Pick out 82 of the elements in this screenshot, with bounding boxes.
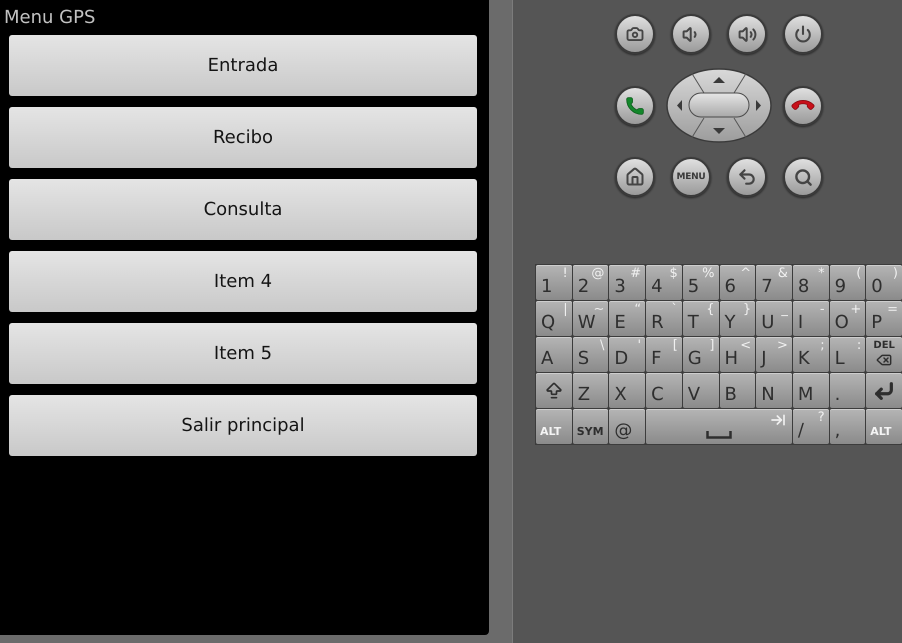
keyboard-key[interactable]: F [ bbox=[646, 337, 682, 372]
delete-key[interactable]: DEL bbox=[866, 337, 902, 372]
keyboard-key[interactable]: 9 ( bbox=[830, 265, 866, 300]
alt-key[interactable]: ALT bbox=[536, 409, 572, 444]
keyboard-key[interactable]: D ' bbox=[609, 337, 646, 372]
keyboard-key[interactable]: Z bbox=[572, 373, 608, 408]
home-button[interactable] bbox=[615, 157, 655, 197]
option-button[interactable]: Entrada bbox=[9, 35, 477, 96]
tab-arrow-icon bbox=[770, 412, 786, 428]
backspace-icon bbox=[876, 352, 892, 368]
option-button[interactable]: Consulta bbox=[9, 179, 477, 240]
keyboard-key[interactable]: , bbox=[830, 409, 866, 444]
keyboard-key[interactable]: R ` bbox=[646, 301, 682, 336]
keyboard-key[interactable]: C bbox=[646, 373, 682, 408]
camera-icon bbox=[626, 25, 644, 43]
camera-button[interactable] bbox=[615, 14, 655, 54]
home-icon bbox=[625, 167, 645, 187]
phone-handset-icon bbox=[625, 96, 645, 116]
keyboard-key[interactable]: O + bbox=[830, 301, 866, 336]
keyboard-key[interactable]: T { bbox=[682, 301, 718, 336]
right-arrow-icon bbox=[756, 100, 761, 111]
option-button[interactable]: Salir principal bbox=[9, 395, 477, 456]
keyboard-key[interactable]: Y } bbox=[720, 301, 756, 336]
keyboard-key[interactable]: S \ bbox=[572, 337, 608, 372]
keyboard-key[interactable]: W ~ bbox=[572, 301, 608, 336]
call-button[interactable] bbox=[615, 86, 655, 126]
keyboard-key[interactable]: I - bbox=[792, 301, 829, 336]
keyboard-key[interactable]: M bbox=[792, 373, 829, 408]
keyboard-key[interactable]: N bbox=[756, 373, 792, 408]
option-button[interactable]: Recibo bbox=[9, 107, 477, 168]
app-title: Menu GPS bbox=[4, 6, 96, 30]
keyboard-key[interactable]: J > bbox=[756, 337, 792, 372]
keyboard-key[interactable]: X bbox=[609, 373, 646, 408]
power-button[interactable] bbox=[783, 14, 823, 54]
power-icon bbox=[794, 25, 812, 43]
speaker-high-icon bbox=[738, 24, 756, 44]
option-button[interactable]: Item 5 bbox=[9, 323, 477, 384]
keyboard-key[interactable]: . bbox=[830, 373, 866, 408]
back-button[interactable] bbox=[727, 157, 767, 197]
keyboard-key[interactable]: H < bbox=[720, 337, 756, 372]
sym-key[interactable]: SYM bbox=[572, 409, 608, 444]
keyboard-key[interactable]: U _ bbox=[756, 301, 792, 336]
keyboard-key[interactable]: B bbox=[720, 373, 756, 408]
keyboard-key[interactable]: Q | bbox=[536, 301, 572, 336]
keyboard-key[interactable]: 3 # bbox=[609, 265, 646, 300]
hardware-menu-button[interactable]: MENU bbox=[671, 157, 711, 197]
keyboard-key[interactable]: P = bbox=[866, 301, 902, 336]
keyboard-key[interactable]: 7 & bbox=[756, 265, 792, 300]
keyboard-key[interactable]: / ? bbox=[792, 409, 829, 444]
up-arrow-icon bbox=[713, 77, 725, 83]
left-arrow-icon bbox=[677, 100, 682, 111]
space-key[interactable] bbox=[646, 409, 792, 444]
space-bracket-icon bbox=[706, 431, 732, 439]
keyboard-key[interactable]: V bbox=[682, 373, 718, 408]
back-arrow-icon bbox=[737, 167, 757, 187]
shift-arrow-icon bbox=[544, 380, 564, 400]
down-arrow-icon bbox=[713, 128, 725, 134]
search-button[interactable] bbox=[783, 157, 823, 197]
keyboard-key[interactable]: 8 * bbox=[792, 265, 829, 300]
volume-up-button[interactable] bbox=[727, 14, 767, 54]
dpad-center-button[interactable] bbox=[688, 92, 750, 118]
keyboard-key[interactable]: @ bbox=[609, 409, 646, 444]
keyboard-key[interactable]: 2 @ bbox=[572, 265, 608, 300]
volume-down-button[interactable] bbox=[671, 14, 711, 54]
shift-key[interactable] bbox=[536, 373, 572, 408]
search-icon bbox=[794, 168, 812, 186]
keyboard-key[interactable]: 0 ) bbox=[866, 265, 902, 300]
dpad[interactable] bbox=[666, 68, 772, 143]
keyboard-key[interactable]: G ] bbox=[682, 337, 718, 372]
keyboard-key[interactable]: 1 ! bbox=[536, 265, 572, 300]
keyboard-key[interactable]: L : bbox=[830, 337, 866, 372]
enter-arrow-icon bbox=[873, 380, 896, 402]
keyboard-key[interactable]: 5 % bbox=[682, 265, 718, 300]
alt-key[interactable]: ALT bbox=[866, 409, 902, 444]
enter-key[interactable] bbox=[866, 373, 902, 408]
keyboard-key[interactable]: 4 $ bbox=[646, 265, 682, 300]
end-call-button[interactable] bbox=[783, 86, 823, 126]
option-button[interactable]: Item 4 bbox=[9, 251, 477, 312]
keyboard-key[interactable]: E “ bbox=[609, 301, 646, 336]
keyboard-key[interactable]: K ; bbox=[792, 337, 829, 372]
keyboard-key[interactable]: 6 ^ bbox=[720, 265, 756, 300]
keyboard-key[interactable]: A bbox=[536, 337, 572, 372]
